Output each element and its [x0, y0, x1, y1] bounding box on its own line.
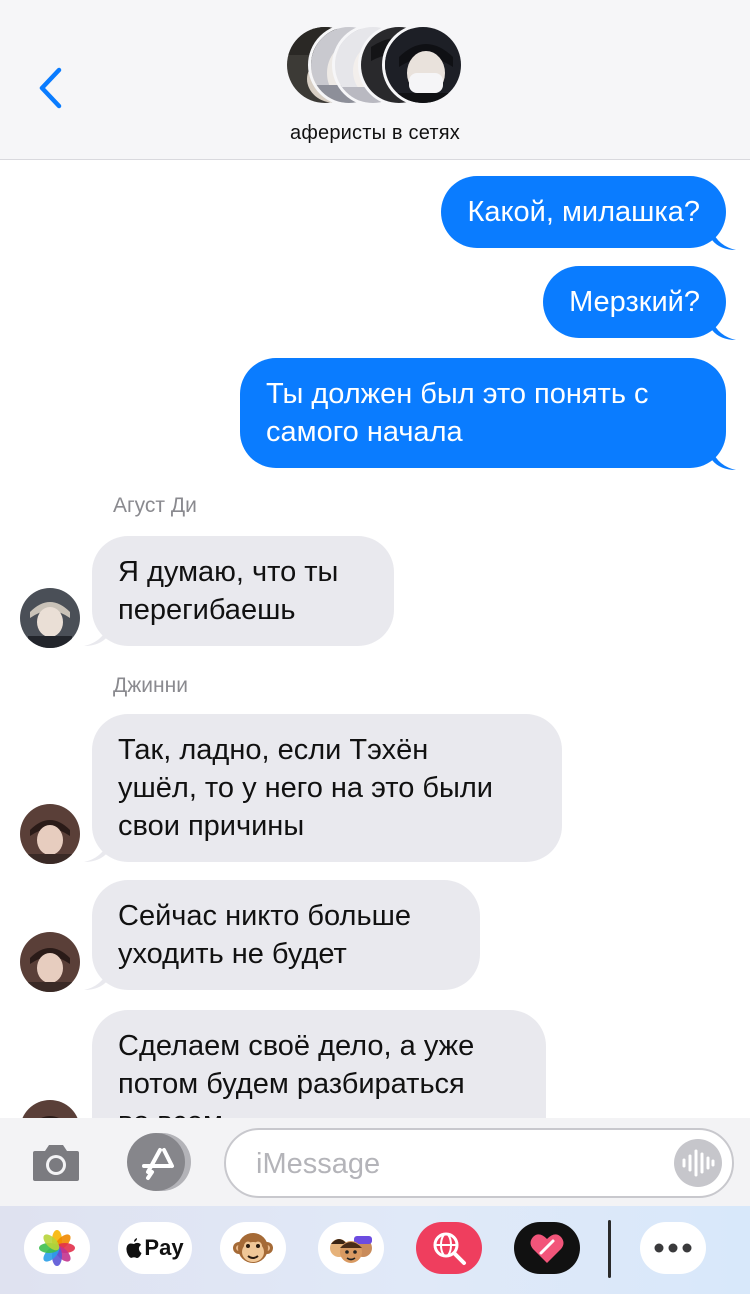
- apple-pay-button[interactable]: Pay: [118, 1222, 192, 1274]
- message-text-line: перегибаешь: [118, 594, 296, 626]
- more-apps-button[interactable]: [640, 1222, 706, 1274]
- images-search-button[interactable]: [416, 1222, 482, 1274]
- camera-icon: [33, 1145, 79, 1181]
- digital-touch-button[interactable]: [514, 1222, 580, 1274]
- avatar[interactable]: [20, 804, 80, 864]
- incoming-message[interactable]: Я думаю, что ты перегибаешь: [92, 536, 394, 646]
- message-text-line: во всем: [118, 1103, 520, 1118]
- group-member-avatar: [382, 24, 464, 106]
- bubble-tail: [712, 230, 736, 250]
- bubble-tail: [712, 320, 736, 340]
- message-text-line: Сейчас никто больше: [118, 900, 411, 932]
- bubble-tail: [84, 842, 108, 862]
- app-drawer: Pay: [0, 1206, 750, 1294]
- incoming-message[interactable]: Сейчас никто больше уходить не будет: [92, 880, 480, 990]
- incoming-message[interactable]: Сделаем своё дело, а уже потом будем раз…: [92, 1010, 546, 1118]
- message-text-line: свои причины: [118, 810, 305, 842]
- back-button[interactable]: [30, 62, 70, 114]
- message-text: Мерзкий?: [569, 286, 700, 318]
- app-store-icon: [127, 1133, 191, 1191]
- bubble-tail: [712, 450, 736, 470]
- animoji-button[interactable]: [220, 1222, 286, 1274]
- compose-bar: [0, 1118, 750, 1206]
- message-text-line: ушёл, то у него на это были: [118, 772, 493, 804]
- memoji-stickers-button[interactable]: [318, 1222, 384, 1274]
- globe-search-icon: [433, 1232, 466, 1265]
- photos-icon: [39, 1230, 75, 1266]
- bubble-tail: [84, 626, 108, 646]
- avatar[interactable]: [20, 588, 80, 648]
- outgoing-message[interactable]: Ты должен был это понять с самого начала: [240, 358, 726, 468]
- camera-button[interactable]: [28, 1134, 84, 1190]
- avatar[interactable]: [20, 1100, 80, 1118]
- bubble-tail: [84, 970, 108, 990]
- apple-pay-label: Pay: [144, 1235, 184, 1260]
- message-text-line: Так, ладно, если Тэхён: [118, 734, 429, 766]
- monkey-icon: [233, 1233, 273, 1263]
- apple-logo-icon: [126, 1238, 142, 1258]
- group-avatars[interactable]: [284, 24, 466, 108]
- incoming-message[interactable]: Так, ладно, если Тэхён ушёл, то у него н…: [92, 714, 562, 862]
- message-input[interactable]: [256, 1142, 656, 1186]
- audio-message-button[interactable]: [674, 1139, 722, 1187]
- sender-name: Джинни: [113, 674, 188, 697]
- message-input-field[interactable]: [224, 1128, 734, 1198]
- ellipsis-icon: [654, 1243, 692, 1253]
- sender-name: Агуст Ди: [113, 494, 197, 517]
- conversation-header: аферисты в сетях: [0, 0, 750, 160]
- photos-app-button[interactable]: [24, 1222, 90, 1274]
- message-list[interactable]: Какой, милашка? Мерзкий? Ты должен был э…: [0, 160, 750, 1118]
- drawer-divider: [608, 1220, 611, 1278]
- heart-touch-icon: [530, 1234, 564, 1263]
- message-text-line: самого начала: [266, 416, 463, 448]
- message-text-line: Ты должен был это понять с: [266, 378, 649, 410]
- outgoing-message[interactable]: Какой, милашка?: [441, 176, 726, 248]
- chevron-left-icon: [39, 67, 62, 109]
- memoji-icon: [330, 1236, 372, 1263]
- message-text-line: Сделаем своё дело, а уже: [118, 1030, 475, 1062]
- app-store-button[interactable]: [126, 1130, 192, 1194]
- message-text-line: Я думаю, что ты: [118, 556, 339, 588]
- message-text-line: потом будем разбираться: [118, 1068, 465, 1100]
- message-text-line: уходить не будет: [118, 938, 347, 970]
- waveform-icon: [682, 1149, 715, 1177]
- message-text: Какой, милашка?: [467, 196, 700, 228]
- avatar[interactable]: [20, 932, 80, 992]
- group-name[interactable]: аферисты в сетях: [0, 122, 750, 145]
- outgoing-message[interactable]: Мерзкий?: [543, 266, 726, 338]
